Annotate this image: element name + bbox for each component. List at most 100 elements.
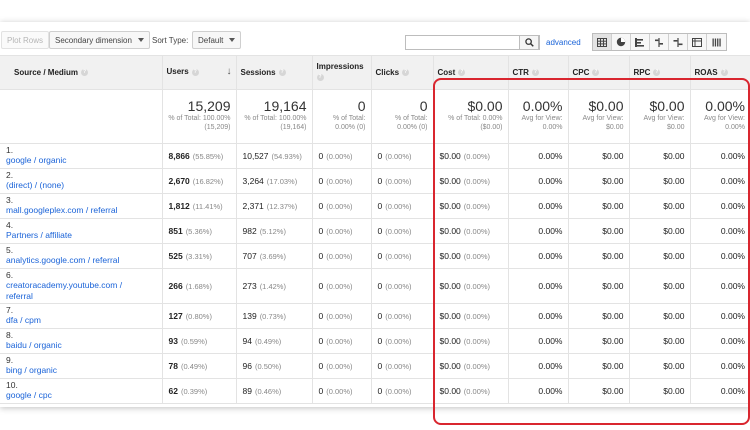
table-row: 6.creatoracademy.youtube.com / referral 2… — [0, 268, 750, 304]
help-icon[interactable]: ? — [191, 68, 199, 76]
source-medium-link[interactable]: creatoracademy.youtube.com / referral — [6, 280, 141, 302]
impressions-value: 0 — [318, 310, 324, 321]
clicks-cell: 0 (0.00%) — [371, 143, 434, 169]
column-header-clicks[interactable]: Clicks? — [371, 56, 434, 90]
clicks-value: 0 — [377, 250, 383, 261]
pie-view-button[interactable] — [612, 34, 631, 50]
column-label: Users — [166, 67, 189, 77]
ctr-cell: 0.00% — [508, 143, 569, 169]
totals-impressions: 0 % of Total: 0.00% (0) — [312, 89, 372, 144]
custom-view-button[interactable] — [707, 34, 726, 50]
cpc-cell: $0.00 — [568, 168, 630, 194]
column-header-rpc[interactable]: RPC? — [629, 56, 691, 90]
column-label: CTR — [512, 67, 529, 77]
column-label: RPC — [633, 67, 651, 77]
help-icon[interactable]: ? — [458, 69, 466, 77]
rpc-cell: $0.00 — [629, 243, 691, 269]
view-switcher — [592, 33, 727, 51]
table-row: 10.google / cpc 62 (0.39%) 89 (0.46%) 0 (0.00%… — [0, 378, 750, 404]
roas-cell: 0.00% — [690, 218, 750, 244]
advanced-filter-link[interactable]: advanced — [546, 38, 581, 47]
help-icon[interactable]: ? — [720, 69, 728, 77]
source-medium-link[interactable]: google / organic — [6, 155, 141, 166]
source-medium-cell: 1.google / organic — [0, 143, 163, 169]
table-header-row: Source / Medium? Users? ↓ Sessions? Impr… — [0, 56, 750, 90]
performance-view-button[interactable] — [631, 34, 650, 50]
pivot-view-button[interactable] — [688, 34, 707, 50]
impressions-value: 0 — [318, 385, 324, 396]
users-percent: (3.31%) — [185, 251, 212, 261]
impressions-percent: (0.00%) — [326, 361, 353, 371]
total-subtext: 0.00% — [542, 123, 563, 131]
row-index: 7. — [6, 305, 14, 315]
users-percent: (5.36%) — [185, 226, 212, 236]
source-medium-link[interactable]: mall.googleplex.com / referral — [6, 205, 141, 216]
cost-value: $0.00 — [439, 360, 461, 371]
roas-cell: 0.00% — [690, 193, 750, 219]
total-subtext: Avg for View: — [704, 114, 745, 122]
users-cell: 2,670 (16.82%) — [162, 168, 237, 194]
column-header-source-medium[interactable]: Source / Medium? — [0, 56, 163, 90]
cost-cell: $0.00 (0.00%) — [433, 168, 509, 194]
source-medium-link[interactable]: dfa / cpm — [6, 315, 141, 326]
clicks-cell: 0 (0.00%) — [371, 218, 434, 244]
cost-cell: $0.00 (0.00%) — [433, 218, 509, 244]
total-subtext: 0.00% — [725, 123, 745, 131]
users-percent: (11.41%) — [192, 201, 223, 211]
table-view-button[interactable] — [593, 34, 612, 50]
table-row: 4.Partners / affiliate 851 (5.36%) 982 (5.12… — [0, 218, 750, 244]
impressions-percent: (0.00%) — [326, 336, 353, 346]
plot-rows-button[interactable]: Plot Rows — [1, 31, 50, 49]
sort-type-dropdown[interactable]: Default — [192, 31, 242, 49]
help-icon[interactable]: ? — [531, 69, 539, 77]
secondary-dimension-dropdown[interactable]: Secondary dimension — [49, 31, 150, 49]
column-label: CPC — [572, 67, 590, 77]
column-header-cost[interactable]: Cost? — [433, 56, 509, 90]
sessions-cell: 96 (0.50%) — [236, 353, 313, 379]
impressions-cell: 0 (0.00%) — [312, 328, 372, 354]
cost-cell: $0.00 (0.00%) — [433, 328, 509, 354]
comparison-view-button[interactable] — [650, 34, 669, 50]
ctr-cell: 0.00% — [508, 328, 569, 354]
source-medium-link[interactable]: baidu / organic — [6, 340, 141, 351]
users-percent: (55.85%) — [192, 151, 224, 161]
source-medium-link[interactable]: analytics.google.com / referral — [6, 255, 141, 266]
help-icon[interactable]: ? — [592, 69, 600, 77]
term-cloud-view-button[interactable] — [669, 34, 688, 50]
source-medium-link[interactable]: bing / organic — [6, 365, 141, 376]
users-cell: 62 (0.39%) — [162, 378, 237, 404]
column-header-sessions[interactable]: Sessions? — [236, 56, 313, 90]
cost-cell: $0.00 (0.00%) — [433, 268, 509, 304]
sessions-cell: 3,264 (17.03%) — [236, 168, 313, 194]
help-icon[interactable]: ? — [81, 69, 89, 77]
users-cell: 266 (1.68%) — [162, 268, 237, 304]
source-medium-cell: 8.baidu / organic — [0, 328, 163, 354]
source-medium-link[interactable]: (direct) / (none) — [6, 180, 141, 191]
column-label: Impressions — [316, 62, 364, 71]
help-icon[interactable]: ? — [402, 69, 410, 77]
cpc-cell: $0.00 — [568, 243, 630, 269]
column-header-ctr[interactable]: CTR? — [508, 56, 569, 90]
ctr-cell: 0.00% — [508, 303, 569, 329]
search-button[interactable] — [519, 35, 539, 50]
impressions-value: 0 — [318, 175, 324, 186]
impressions-percent: (0.00%) — [326, 386, 353, 396]
users-cell: 93 (0.59%) — [162, 328, 237, 354]
source-medium-link[interactable]: google / cpc — [6, 390, 141, 401]
help-icon[interactable]: ? — [653, 69, 661, 77]
users-percent: (1.68%) — [185, 281, 212, 291]
help-icon[interactable]: ? — [278, 69, 286, 77]
table-row: 3.mall.googleplex.com / referral 1,812 (11… — [0, 193, 750, 219]
sessions-percent: (1.42%) — [259, 281, 286, 291]
column-header-impressions[interactable]: Impressions? — [312, 56, 372, 90]
source-medium-link[interactable]: Partners / affiliate — [6, 230, 141, 241]
clicks-value: 0 — [377, 310, 383, 321]
help-icon[interactable]: ? — [316, 74, 324, 81]
impressions-cell: 0 (0.00%) — [312, 353, 372, 379]
column-header-roas[interactable]: ROAS? — [690, 56, 750, 90]
totals-row: 15,209 % of Total: 100.00% (15,209) 19,1… — [0, 89, 750, 144]
impressions-value: 0 — [318, 250, 324, 261]
column-header-cpc[interactable]: CPC? — [568, 56, 630, 90]
column-header-users[interactable]: Users? ↓ — [162, 56, 237, 90]
sessions-percent: (5.12%) — [259, 226, 286, 236]
